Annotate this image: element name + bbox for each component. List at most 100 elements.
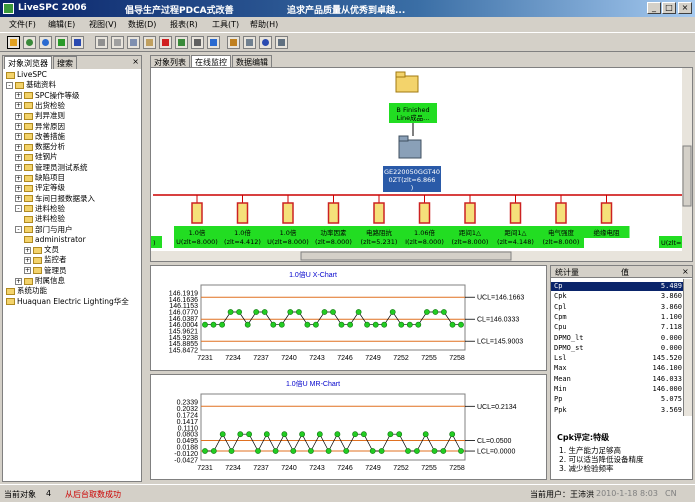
tree-node[interactable]: administrator [24, 235, 86, 245]
data-point[interactable] [355, 309, 362, 315]
data-point[interactable] [281, 431, 288, 438]
expand-icon[interactable]: + [24, 246, 31, 254]
measure-item-icon[interactable] [282, 202, 294, 224]
data-point[interactable] [352, 431, 358, 438]
data-point[interactable] [219, 321, 225, 328]
collapse-icon[interactable]: - [15, 226, 22, 233]
data-point[interactable] [278, 321, 285, 328]
data-point[interactable] [387, 431, 394, 438]
data-point[interactable] [364, 321, 370, 328]
layout-icon[interactable] [227, 36, 240, 49]
data-point[interactable] [287, 309, 294, 315]
data-point[interactable] [423, 309, 430, 315]
stats-row[interactable]: DPMO_st 0.000 [551, 344, 684, 353]
stats-row[interactable]: Cpu 7.118 [551, 323, 684, 332]
data-point[interactable] [236, 309, 242, 315]
data-point[interactable] [299, 431, 305, 438]
measure-item-icon[interactable] [373, 202, 385, 224]
tree-node[interactable]: - 基础资料 [6, 80, 56, 90]
data-point[interactable] [290, 448, 297, 454]
tree-node[interactable]: - 部门与用户 [15, 225, 73, 235]
data-point[interactable] [449, 321, 456, 328]
menu-help[interactable]: 帮助(H) [250, 19, 278, 30]
data-point[interactable] [396, 431, 403, 438]
measure-item-icon[interactable] [191, 202, 203, 224]
data-point[interactable] [381, 321, 388, 328]
data-point[interactable] [253, 309, 260, 315]
stats-row[interactable]: Mean 146.033 [551, 375, 684, 384]
data-point[interactable] [458, 448, 464, 454]
data-point[interactable] [415, 321, 422, 328]
stats-row[interactable]: Pp 5.075 [551, 395, 684, 404]
data-point[interactable] [389, 309, 396, 315]
data-point[interactable] [312, 321, 319, 328]
data-point[interactable] [334, 431, 341, 438]
tree-node[interactable]: + 判异准则 [15, 111, 65, 121]
data-point[interactable] [316, 431, 323, 438]
data-point[interactable] [295, 309, 302, 315]
menu-report[interactable]: 报表(R) [170, 19, 198, 30]
expand-icon[interactable]: + [15, 112, 22, 120]
folder-icon[interactable] [395, 71, 419, 93]
expand-icon[interactable]: + [15, 164, 22, 172]
delete-icon[interactable] [159, 36, 172, 49]
collapse-icon[interactable]: - [6, 81, 13, 89]
cut-icon[interactable] [111, 36, 124, 49]
data-point[interactable] [304, 321, 311, 328]
tree-node[interactable]: Huaquan Electric Lighting华全 [6, 297, 129, 307]
pointer-tool-icon[interactable] [7, 36, 20, 49]
stats-scrollbar[interactable] [683, 279, 692, 416]
expand-icon[interactable]: + [15, 184, 22, 192]
close-button[interactable]: × [678, 2, 692, 14]
data-point[interactable] [255, 448, 261, 454]
data-point[interactable] [372, 321, 379, 328]
stats-row[interactable]: Max 146.100 [551, 364, 684, 373]
data-point[interactable] [261, 309, 268, 315]
minimize-button[interactable]: _ [647, 2, 661, 14]
undo-icon[interactable] [95, 36, 108, 49]
tree-node[interactable]: + SPC操作等级 [15, 91, 80, 101]
chart-icon[interactable] [71, 36, 84, 49]
data-point[interactable] [369, 448, 376, 454]
stats-row[interactable]: Cp 5.489 [551, 282, 684, 291]
tree-node[interactable]: + 异常原因 [15, 122, 65, 132]
measure-item-icon[interactable] [236, 202, 249, 224]
tree-node[interactable]: + 管理员测试系统 [15, 163, 88, 173]
data-point[interactable] [219, 431, 226, 438]
menu-view[interactable]: 视图(V) [89, 19, 117, 30]
data-point[interactable] [406, 321, 413, 328]
data-point[interactable] [272, 448, 279, 454]
import-icon[interactable] [207, 36, 220, 49]
data-point[interactable] [244, 321, 251, 328]
expand-icon[interactable]: + [15, 123, 22, 130]
scrollbar-thumb[interactable] [300, 251, 512, 261]
data-point[interactable] [210, 448, 217, 454]
tab-online-monitor[interactable]: 在线监控 [191, 55, 231, 67]
stats-row[interactable]: Cpk 3.860 [551, 292, 684, 301]
data-point[interactable] [431, 448, 438, 454]
play-icon[interactable] [55, 36, 68, 49]
tree-node[interactable]: + 文员 [24, 245, 59, 255]
data-point[interactable] [210, 321, 217, 328]
measure-item-icon[interactable] [464, 202, 476, 224]
tab-object-browser[interactable]: 对象浏览器 [4, 56, 52, 69]
data-point[interactable] [237, 431, 244, 438]
tree-node[interactable]: + 车间日报数据录入 [15, 194, 95, 204]
stats-row[interactable]: DPMO_lt 0.000 [551, 334, 684, 343]
data-point[interactable] [307, 448, 314, 454]
tree-node[interactable]: + 评定等级 [15, 183, 65, 193]
tree-node[interactable]: + 缺陷项目 [15, 173, 65, 183]
expand-icon[interactable]: + [15, 277, 22, 285]
expand-icon[interactable]: + [15, 174, 22, 182]
tab-data-edit[interactable]: 数据编辑 [232, 55, 272, 67]
data-point[interactable] [378, 448, 385, 454]
export-icon[interactable] [175, 36, 188, 49]
copy-icon[interactable] [127, 36, 140, 49]
close-icon[interactable]: × [132, 57, 139, 66]
data-point[interactable] [325, 448, 332, 454]
maximize-button[interactable]: □ [662, 2, 676, 14]
vscroll-thumb[interactable] [682, 145, 692, 207]
menu-tools[interactable]: 工具(T) [212, 19, 239, 30]
tree-node[interactable]: + 附属信息 [15, 276, 65, 286]
expand-icon[interactable]: + [15, 102, 22, 110]
